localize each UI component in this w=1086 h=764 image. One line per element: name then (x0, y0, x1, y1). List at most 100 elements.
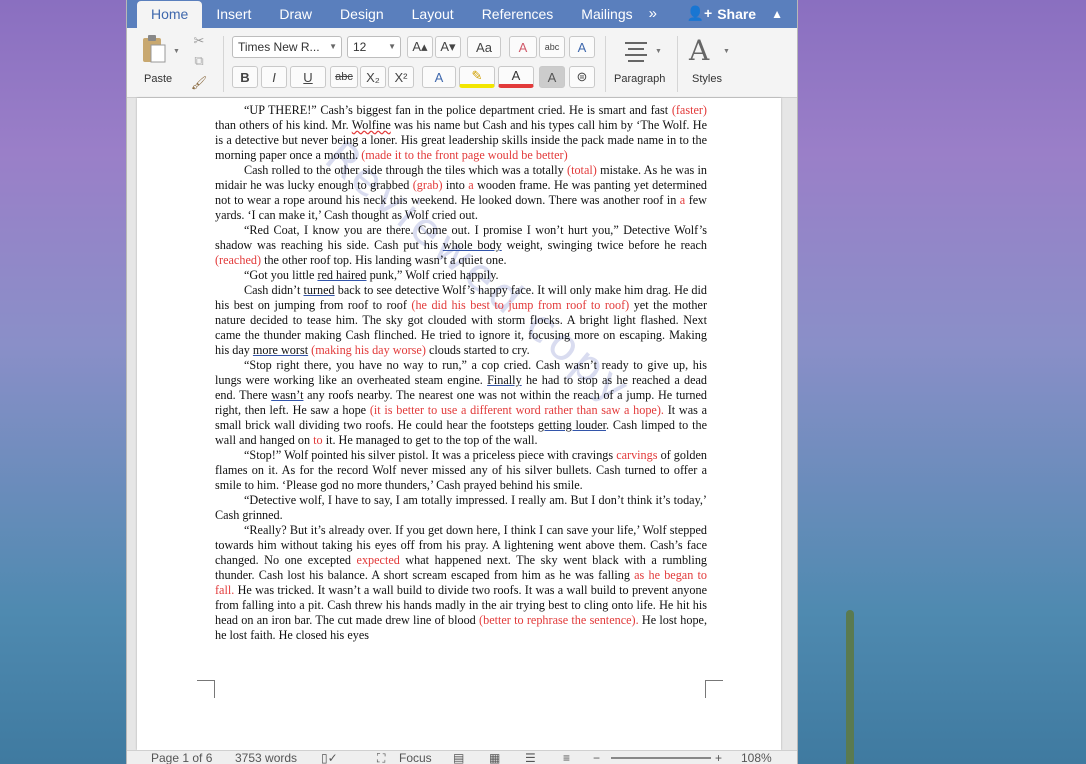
font-size-dropdown-icon: ▼ (388, 42, 396, 51)
collapse-ribbon-chevron-icon[interactable]: ▲ (771, 7, 783, 21)
add-person-icon: 👤+ (686, 5, 713, 21)
zoom-in-icon[interactable]: + (715, 751, 722, 764)
text-run: Wolfine (351, 118, 391, 132)
suggestion-text: (it is better to use a different word ra… (369, 403, 664, 417)
underline-button[interactable]: U (290, 66, 326, 88)
zoom-slider[interactable] (611, 757, 711, 759)
suggestion-text: (grab) (412, 178, 443, 192)
tab-insert[interactable]: Insert (202, 6, 265, 28)
strikethrough-button[interactable]: abc (330, 66, 358, 88)
document-paragraph[interactable]: “Red Coat, I know you are there. Come ou… (215, 223, 707, 268)
web-layout-icon[interactable]: ▦ (489, 751, 500, 764)
styles-label: Styles (692, 73, 722, 85)
tab-references[interactable]: References (468, 6, 568, 28)
bold-button[interactable]: B (232, 66, 258, 88)
text-run: Cash rolled to the other side through th… (244, 163, 568, 177)
font-color-button[interactable]: A (498, 66, 534, 88)
font-name-dropdown-icon: ▼ (329, 42, 337, 51)
suggestion-text: to (313, 433, 323, 447)
suggestion-text: (better to rephrase the sentence). (479, 613, 639, 627)
text-run: “Detective wolf, I have to say, I am tot… (215, 493, 707, 522)
zoom-out-icon[interactable]: − (593, 751, 600, 764)
paragraph-dropdown-icon[interactable]: ▼ (655, 48, 662, 55)
focus-icon[interactable]: ⛶ (377, 751, 385, 764)
font-size-value: 12 (353, 40, 367, 54)
shrink-font-button[interactable]: A▾ (435, 36, 461, 58)
character-border-button[interactable]: A (569, 36, 595, 58)
document-body-text[interactable]: “UP THERE!” Cash’s biggest fan in the po… (215, 103, 707, 643)
character-shading-button[interactable]: A (539, 66, 565, 88)
highlight-color-button[interactable]: ✎ (459, 66, 495, 88)
paragraph-icon[interactable] (623, 38, 651, 64)
text-run: “Got you little (244, 268, 318, 282)
home-ribbon: ▼ Paste ✂ ⧉ 🖌 Times New R... ▼ 12 ▼ A▴ A… (127, 28, 797, 98)
cut-icon[interactable]: ✂ (189, 32, 209, 50)
text-run: Cash didn’t (244, 283, 304, 297)
styles-dropdown-icon[interactable]: ▼ (723, 48, 730, 55)
font-name-value: Times New R... (238, 40, 320, 54)
font-size-select[interactable]: 12 ▼ (347, 36, 401, 58)
suggestion-text: (made it to the front page would be bett… (361, 148, 568, 162)
suggestion-text: (faster) (671, 103, 707, 117)
tab-home[interactable]: Home (137, 1, 203, 28)
clear-formatting-button[interactable]: A (509, 36, 537, 58)
tab-design[interactable]: Design (326, 6, 398, 28)
draft-view-icon[interactable]: ≡ (563, 751, 570, 764)
document-paragraph[interactable]: Cash rolled to the other side through th… (215, 163, 707, 223)
subscript-button[interactable]: X₂ (360, 66, 386, 88)
phonetic-guide-button[interactable]: abc (539, 36, 565, 58)
document-paragraph[interactable]: “Stop right there, you have no way to ru… (215, 358, 707, 448)
proofing-icon[interactable]: ▯✓ (321, 751, 338, 764)
word-count[interactable]: 3753 words (235, 751, 297, 764)
text-run: than others of his kind. Mr. (215, 118, 352, 132)
text-effects-button[interactable]: A (422, 66, 456, 88)
suggestion-text: carvings (616, 448, 658, 462)
styles-icon[interactable]: A (689, 34, 723, 67)
document-paragraph[interactable]: “Really? But it’s already over. If you g… (215, 523, 707, 643)
zoom-level[interactable]: 108% (741, 751, 772, 764)
document-paragraph[interactable]: “Got you little red haired punk,” Wolf c… (215, 268, 707, 283)
flower-stem (846, 610, 854, 764)
text-run: wasn’t (271, 388, 304, 402)
document-area: Reviewed copy “UP THERE!” Cash’s biggest… (127, 98, 797, 750)
suggestion-text: expected (356, 553, 400, 567)
copy-icon[interactable]: ⧉ (189, 52, 209, 70)
italic-button[interactable]: I (261, 66, 287, 88)
font-name-select[interactable]: Times New R... ▼ (232, 36, 342, 58)
outline-view-icon[interactable]: ☰ (525, 751, 536, 764)
ribbon-tab-bar: Home Insert Draw Design Layout Reference… (127, 0, 797, 28)
document-paragraph[interactable]: “Stop!” Wolf pointed his silver pistol. … (215, 448, 707, 493)
document-paragraph[interactable]: Cash didn’t turned back to see detective… (215, 283, 707, 358)
text-run: getting louder (537, 418, 606, 432)
margin-corner-right (705, 680, 723, 698)
print-layout-icon[interactable]: ▤ (453, 751, 464, 764)
page-count[interactable]: Page 1 of 6 (151, 751, 212, 764)
focus-button[interactable]: Focus (399, 751, 432, 764)
format-painter-icon[interactable]: 🖌 (189, 74, 209, 92)
clipboard-group: ▼ Paste ✂ ⧉ 🖌 (127, 28, 223, 98)
share-button[interactable]: 👤+ Share ▲ (687, 5, 783, 22)
desktop-flower-decoration (786, 370, 906, 764)
suggestion-text: (he did his best to jump from roof to ro… (411, 298, 630, 312)
status-bar: Page 1 of 6 3753 words ▯✓ ⛶ Focus ▤ ▦ ☰ … (127, 750, 797, 764)
document-paragraph[interactable]: “UP THERE!” Cash’s biggest fan in the po… (215, 103, 707, 163)
change-case-button[interactable]: Aa (467, 36, 501, 58)
superscript-button[interactable]: X² (388, 66, 414, 88)
text-run: Finally (487, 373, 522, 387)
suggestion-text: (making his day worse) (311, 343, 426, 357)
margin-corner-left (197, 680, 215, 698)
enclose-characters-icon[interactable]: ⊜ (569, 66, 595, 88)
paste-dropdown-arrow-icon[interactable]: ▼ (173, 48, 180, 55)
tab-layout[interactable]: Layout (398, 6, 468, 28)
text-run: “Stop!” Wolf pointed his silver pistol. … (244, 448, 617, 462)
tab-mailings[interactable]: Mailings (567, 6, 646, 28)
grow-font-button[interactable]: A▴ (407, 36, 433, 58)
document-page[interactable]: Reviewed copy “UP THERE!” Cash’s biggest… (137, 98, 781, 750)
more-tabs-chevron-icon[interactable]: » (647, 5, 665, 28)
word-window: Home Insert Draw Design Layout Reference… (126, 0, 798, 764)
share-label: Share (717, 5, 757, 22)
document-paragraph[interactable]: “Detective wolf, I have to say, I am tot… (215, 493, 707, 523)
paste-icon[interactable] (141, 34, 167, 64)
text-run: clouds started to cry. (425, 343, 530, 357)
tab-draw[interactable]: Draw (265, 6, 326, 28)
